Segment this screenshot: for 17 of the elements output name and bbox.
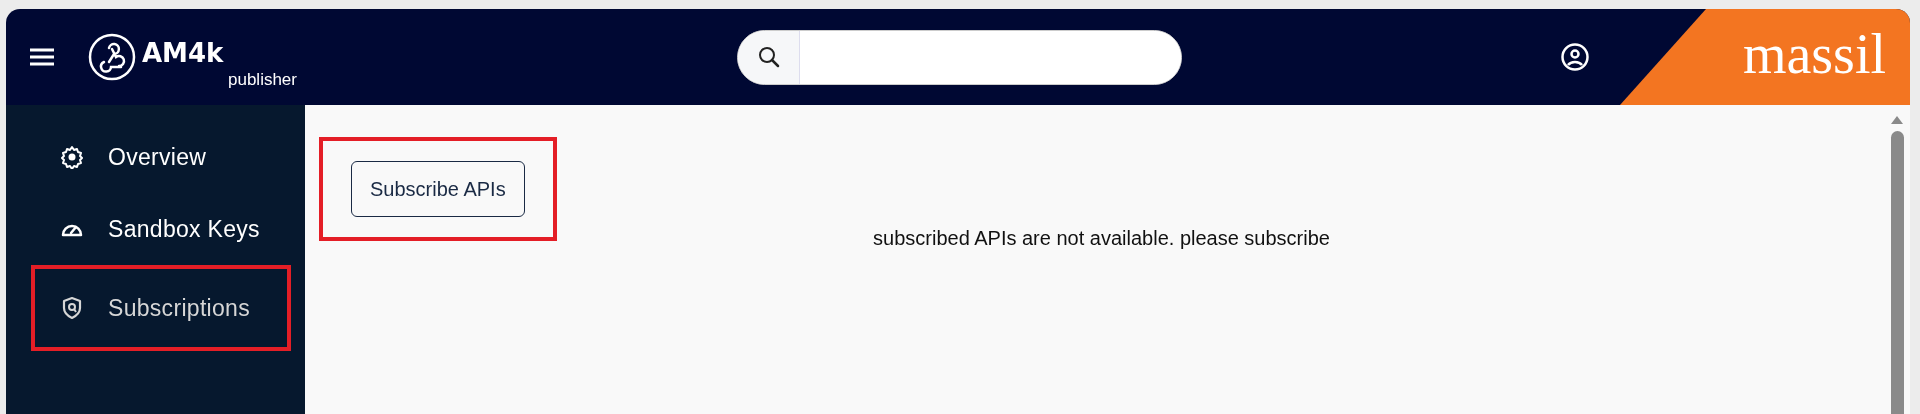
scroll-thumb[interactable] <box>1890 131 1904 414</box>
brand-name: AM4k <box>142 39 225 67</box>
menu-icon[interactable] <box>28 47 56 67</box>
scrollbar[interactable] <box>1884 105 1910 414</box>
sidebar-item[interactable]: Overview <box>31 121 291 193</box>
empty-message: subscribed APIs are not available. please subscribe <box>872 227 1331 250</box>
search-icon <box>756 45 781 69</box>
company-logo: massil <box>1742 22 1886 86</box>
subscribe-button[interactable]: Subscribe APIs <box>351 161 525 217</box>
shield-icon <box>60 296 84 320</box>
sidebar-item[interactable]: Sandbox Keys <box>31 193 291 265</box>
webhook-logo-icon <box>88 33 136 81</box>
scroll-up-icon[interactable] <box>1890 115 1904 125</box>
brand-subtitle: publisher <box>228 71 297 89</box>
gear-icon <box>60 145 84 169</box>
user-icon[interactable] <box>1560 42 1590 72</box>
sidebar-item[interactable]: Subscriptions <box>31 265 291 351</box>
